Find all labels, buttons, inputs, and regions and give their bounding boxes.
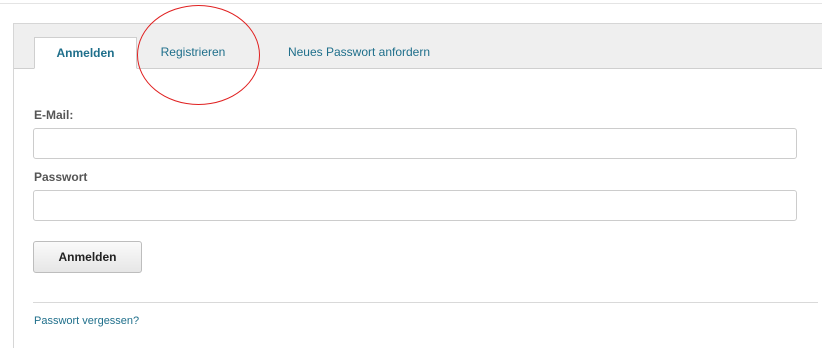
login-button[interactable]: Anmelden xyxy=(33,241,142,273)
tab-neues-passwort[interactable]: Neues Passwort anfordern xyxy=(264,37,454,69)
email-label: E-Mail: xyxy=(34,108,74,122)
forgot-password-link[interactable]: Passwort vergessen? xyxy=(34,315,139,327)
password-label: Passwort xyxy=(34,170,88,184)
email-field[interactable] xyxy=(33,128,797,159)
login-panel: Anmelden Registrieren Neues Passwort anf… xyxy=(13,23,822,348)
form-divider xyxy=(33,302,818,303)
tab-anmelden[interactable]: Anmelden xyxy=(34,37,137,69)
password-field[interactable] xyxy=(33,190,797,221)
tab-registrieren[interactable]: Registrieren xyxy=(143,37,243,69)
top-divider xyxy=(0,3,822,4)
tab-bar: Anmelden Registrieren Neues Passwort anf… xyxy=(14,24,822,69)
